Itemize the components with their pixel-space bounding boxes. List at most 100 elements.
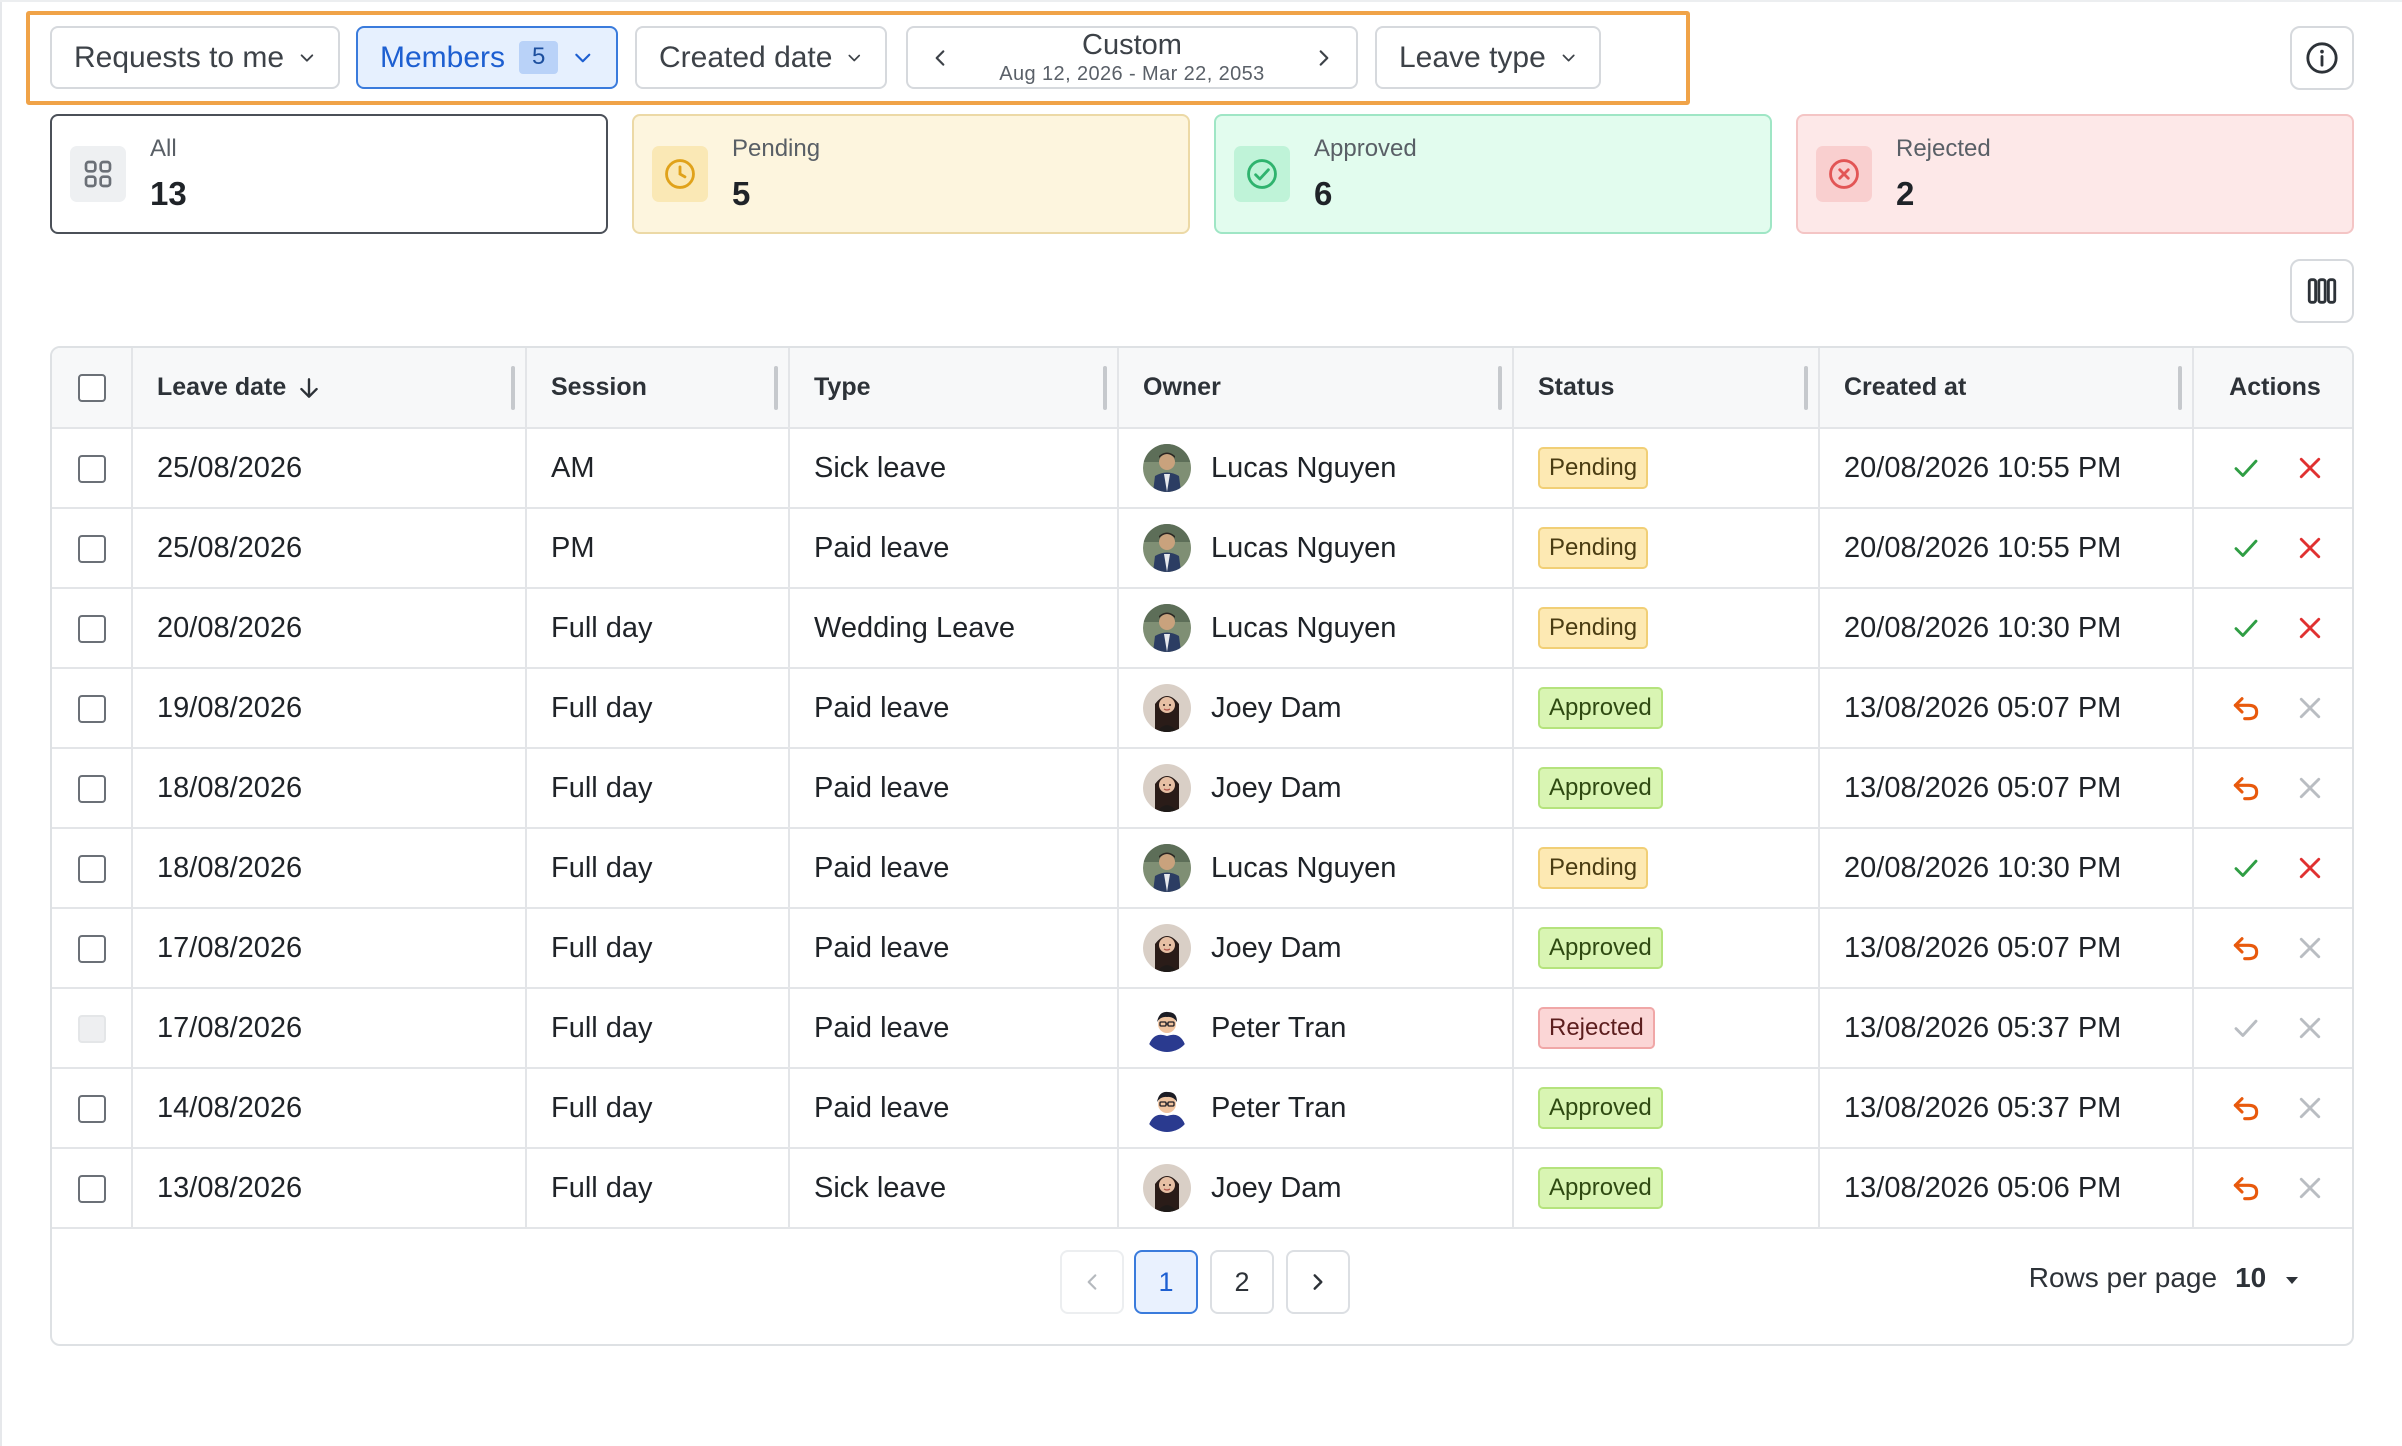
column-header-status[interactable]: Status xyxy=(1513,348,1820,429)
row-checkbox[interactable] xyxy=(77,934,106,963)
actions-cell xyxy=(2193,668,2352,749)
row-checkbox[interactable] xyxy=(77,1174,106,1203)
column-resize-handle[interactable] xyxy=(774,366,778,410)
requests-to-me-filter[interactable]: Requests to me xyxy=(50,26,340,89)
page-2-button[interactable]: 2 xyxy=(1210,1250,1274,1314)
row-checkbox[interactable] xyxy=(77,1094,106,1123)
owner-name: Joey Dam xyxy=(1211,931,1342,964)
row-checkbox[interactable] xyxy=(77,614,106,643)
column-resize-handle[interactable] xyxy=(511,366,515,410)
column-resize-handle[interactable] xyxy=(1804,366,1808,410)
created-date-filter[interactable]: Created date xyxy=(635,26,887,89)
reject-button[interactable] xyxy=(2292,610,2328,646)
column-header-session[interactable]: Session xyxy=(526,348,790,429)
table-row[interactable]: 13/08/2026 Full day Sick leave Joey Dam Appr… xyxy=(52,1148,2352,1229)
created-at-cell: 13/08/2026 05:07 PM xyxy=(1819,668,2194,749)
date-range-display[interactable]: Custom Aug 12, 2026 - Mar 22, 2053 xyxy=(972,30,1292,84)
stat-pending-label: Pending xyxy=(732,135,821,162)
owner-cell: Joey Dam xyxy=(1118,908,1514,989)
row-checkbox[interactable] xyxy=(77,534,106,563)
column-settings-button[interactable] xyxy=(2290,259,2354,323)
status-cell: Approved xyxy=(1513,668,1820,749)
reject-button[interactable] xyxy=(2292,850,2328,886)
revert-button[interactable] xyxy=(2228,930,2264,966)
owner-name: Lucas Nguyen xyxy=(1211,451,1397,484)
table-row[interactable]: 18/08/2026 Full day Paid leave Joey Dam Appr… xyxy=(52,748,2352,829)
type-cell: Paid leave xyxy=(789,748,1119,829)
table-row[interactable]: 17/08/2026 Full day Paid leave Peter Tran Re… xyxy=(52,988,2352,1069)
column-resize-handle[interactable] xyxy=(2178,366,2182,410)
reject-button[interactable] xyxy=(2292,530,2328,566)
row-checkbox[interactable] xyxy=(77,854,106,883)
column-header-leave-date[interactable]: Leave date xyxy=(132,348,527,429)
undo-icon xyxy=(2230,932,2262,964)
table-row[interactable]: 14/08/2026 Full day Paid leave Peter Tran Ap… xyxy=(52,1068,2352,1149)
row-checkbox[interactable] xyxy=(77,454,106,483)
table-row[interactable]: 18/08/2026 Full day Paid leave Lucas Nguyen… xyxy=(52,828,2352,909)
owner-cell: Lucas Nguyen xyxy=(1118,508,1514,589)
close-icon xyxy=(2295,853,2325,883)
rows-per-page-select[interactable]: 10 xyxy=(2235,1262,2302,1294)
revert-button[interactable] xyxy=(2228,1090,2264,1126)
approve-button[interactable] xyxy=(2228,610,2264,646)
approve-button[interactable] xyxy=(2228,450,2264,486)
table-row[interactable]: 25/08/2026 PM Paid leave Lucas Nguyen Pendin… xyxy=(52,508,2352,589)
left-border xyxy=(0,0,2,1446)
undo-icon xyxy=(2230,1092,2262,1124)
stat-card-pending[interactable]: Pending 5 xyxy=(632,114,1190,234)
next-range-button[interactable] xyxy=(1306,40,1342,76)
column-header-created-at[interactable]: Created at xyxy=(1819,348,2194,429)
actions-cell xyxy=(2193,588,2352,669)
approve-button[interactable] xyxy=(2228,530,2264,566)
avatar xyxy=(1143,524,1191,572)
leave-type-filter[interactable]: Leave type xyxy=(1375,26,1601,89)
session-cell: Full day xyxy=(526,1068,790,1149)
table-row[interactable]: 25/08/2026 AM Sick leave Lucas Nguyen Pendin… xyxy=(52,428,2352,509)
arrow-down-icon xyxy=(300,378,319,399)
table-row[interactable]: 20/08/2026 Full day Wedding Leave Lucas Ngu… xyxy=(52,588,2352,669)
row-select-cell xyxy=(52,748,133,829)
stat-card-all[interactable]: All 13 xyxy=(50,114,608,234)
page-1-button[interactable]: 1 xyxy=(1134,1250,1198,1314)
stat-card-rejected[interactable]: Rejected 2 xyxy=(1796,114,2354,234)
actions-cell xyxy=(2193,1068,2352,1149)
undo-icon xyxy=(2230,772,2262,804)
session-cell: Full day xyxy=(526,828,790,909)
created-at-cell: 13/08/2026 05:06 PM xyxy=(1819,1148,2194,1229)
status-cell: Pending xyxy=(1513,588,1820,669)
column-header-type[interactable]: Type xyxy=(789,348,1119,429)
status-cell: Approved xyxy=(1513,908,1820,989)
column-resize-handle[interactable] xyxy=(1103,366,1107,410)
column-header-owner[interactable]: Owner xyxy=(1118,348,1514,429)
next-page-button[interactable] xyxy=(1286,1250,1350,1314)
chevron-left-icon xyxy=(935,49,945,66)
select-all-checkbox[interactable] xyxy=(77,374,106,403)
owner-cell: Joey Dam xyxy=(1118,668,1514,749)
owner-cell: Lucas Nguyen xyxy=(1118,828,1514,909)
column-resize-handle[interactable] xyxy=(1498,366,1502,410)
status-badge: Pending xyxy=(1538,607,1649,649)
revert-button[interactable] xyxy=(2228,1170,2264,1206)
reject-button-disabled xyxy=(2292,690,2328,726)
revert-button[interactable] xyxy=(2228,770,2264,806)
owner-cell: Peter Tran xyxy=(1118,988,1514,1069)
table-row[interactable]: 17/08/2026 Full day Paid leave Joey Dam Appr… xyxy=(52,908,2352,989)
revert-button[interactable] xyxy=(2228,690,2264,726)
reject-button[interactable] xyxy=(2292,450,2328,486)
stat-card-approved[interactable]: Approved 6 xyxy=(1214,114,1772,234)
table-row[interactable]: 19/08/2026 Full day Paid leave Joey Dam Appr… xyxy=(52,668,2352,749)
info-button[interactable] xyxy=(2290,26,2354,90)
approve-button[interactable] xyxy=(2228,850,2264,886)
status-badge: Pending xyxy=(1538,847,1649,889)
previous-range-button[interactable] xyxy=(922,40,958,76)
avatar xyxy=(1143,844,1191,892)
row-checkbox xyxy=(77,1014,106,1043)
members-filter[interactable]: Members 5 xyxy=(356,26,618,89)
column-label: Owner xyxy=(1143,373,1221,401)
row-checkbox[interactable] xyxy=(77,774,106,803)
previous-page-button[interactable] xyxy=(1060,1250,1124,1314)
status-badge: Pending xyxy=(1538,527,1649,569)
rows-per-page: Rows per page 10 xyxy=(2029,1262,2302,1294)
row-checkbox[interactable] xyxy=(77,694,106,723)
row-select-cell xyxy=(52,908,133,989)
